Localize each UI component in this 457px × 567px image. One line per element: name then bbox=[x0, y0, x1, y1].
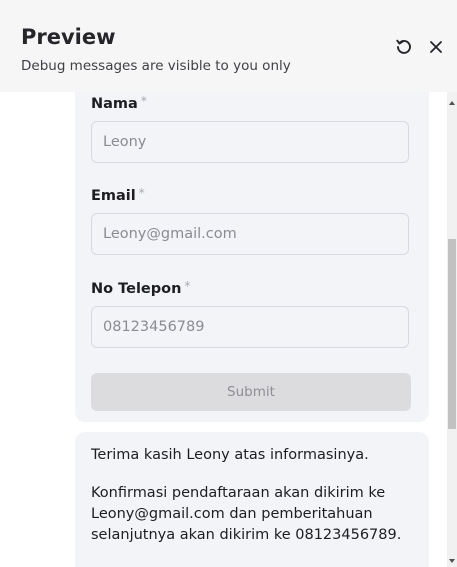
required-mark: * bbox=[138, 186, 145, 200]
scroll-thumb[interactable] bbox=[448, 239, 456, 429]
email-input[interactable] bbox=[91, 213, 409, 255]
chat-content: Nama* Email* No Telepon* Submit Terima k… bbox=[0, 92, 447, 567]
message-line-2: Konfirmasi pendaftaraan akan dikirim ke … bbox=[91, 485, 402, 543]
field-label-no-telepon: No Telepon * bbox=[91, 279, 191, 297]
bot-message: Terima kasih Leony atas informasinya. Ko… bbox=[75, 432, 429, 567]
scroll-down-arrow-icon[interactable] bbox=[449, 559, 455, 563]
header-actions bbox=[395, 38, 445, 56]
scroll-up-arrow-icon[interactable] bbox=[449, 101, 455, 105]
close-icon[interactable] bbox=[427, 38, 445, 56]
nama-input[interactable] bbox=[91, 121, 409, 163]
preview-header: Preview Debug messages are visible to yo… bbox=[0, 0, 457, 92]
field-label-email: Email * bbox=[91, 186, 145, 204]
phone-input[interactable] bbox=[91, 306, 409, 348]
refresh-icon[interactable] bbox=[395, 38, 413, 56]
submit-button[interactable]: Submit bbox=[91, 373, 411, 411]
scrollbar[interactable] bbox=[447, 92, 457, 567]
preview-panel: Preview Debug messages are visible to yo… bbox=[0, 0, 457, 567]
required-mark: * bbox=[184, 279, 191, 293]
registration-form: Nama* Email* No Telepon* Submit bbox=[75, 92, 429, 422]
header-title: Preview bbox=[21, 25, 116, 49]
header-subtitle: Debug messages are visible to you only bbox=[21, 58, 291, 74]
message-line-1: Terima kasih Leony atas informasinya. bbox=[91, 447, 369, 463]
required-mark: * bbox=[140, 94, 147, 108]
field-label-nama: Nama * bbox=[91, 94, 147, 112]
